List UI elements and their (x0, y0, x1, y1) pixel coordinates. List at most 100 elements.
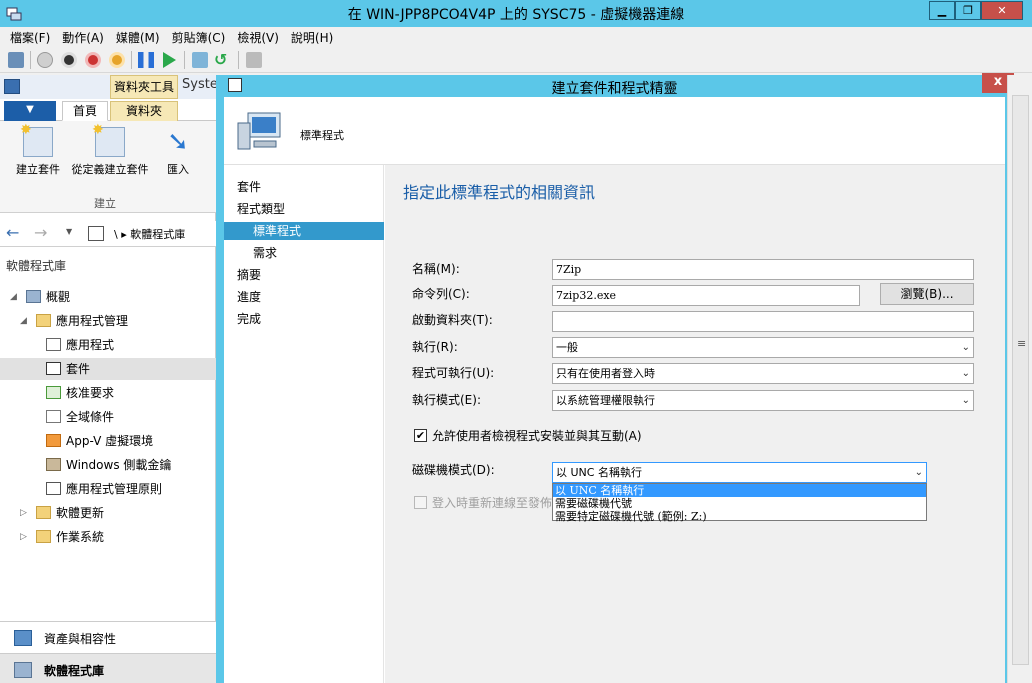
tree-label: Windows 側載金鑰 (66, 458, 172, 472)
import-button[interactable]: ➘ 匯入 (156, 127, 200, 177)
folder-tools-context-tab[interactable]: 資料夾工具 (110, 75, 178, 99)
vertical-scrollbar[interactable]: ≡ (1007, 75, 1032, 683)
drive-mode-dropdown-list: 以 UNC 名稱執行 需要磁碟機代號 需要特定磁碟機代號 (範例: Z:) (552, 483, 927, 523)
tree-label: 軟體更新 (56, 506, 105, 520)
create-from-definition-button[interactable]: ✸ 從定義建立套件 (66, 122, 154, 177)
drive-option-letter[interactable]: 需要磁碟機代號 (553, 497, 926, 510)
run-mode-select[interactable]: 以系統管理權限執行 ⌄ (552, 390, 974, 411)
run-mode-value: 以系統管理權限執行 (556, 394, 655, 407)
tree-item-app-management[interactable]: ◢ 應用程式管理 (0, 310, 216, 332)
menu-file[interactable]: 檔案(F) (4, 27, 56, 46)
folder-icon (36, 530, 51, 543)
allow-interact-checkbox[interactable]: ✔ (414, 429, 427, 442)
pause-icon[interactable] (138, 52, 154, 68)
forward-arrow-icon[interactable]: → (34, 223, 47, 242)
start-icon[interactable] (37, 52, 53, 68)
name-label: 名稱(M): (412, 262, 460, 276)
page-heading: 指定此標準程式的相關資訊 (403, 183, 596, 202)
tree-label: 應用程式管理 (56, 314, 129, 328)
step-program-type[interactable]: 程式類型 (237, 200, 285, 218)
create-package-button[interactable]: ✸ 建立套件 (10, 122, 66, 177)
tree-item-appv-environments[interactable]: App-V 虛擬環境 (0, 430, 216, 452)
drive-option-unc[interactable]: 以 UNC 名稱執行 (553, 484, 926, 497)
wizard-header: 標準程式 (224, 97, 1005, 165)
drive-option-specific-letter[interactable]: 需要特定磁碟機代號 (範例: Z:) (553, 510, 926, 523)
console-app-icon (4, 79, 20, 94)
tree-label: 核准要求 (66, 386, 115, 400)
collapse-arrow-icon[interactable]: ◢ (10, 286, 17, 308)
nav-software-library[interactable]: 軟體程式庫 (0, 653, 216, 683)
back-arrow-icon[interactable]: ← (6, 223, 19, 242)
step-requirements[interactable]: 需求 (253, 244, 277, 262)
tree-item-operating-systems[interactable]: ▷ 作業系統 (0, 526, 216, 548)
tree-item-applications[interactable]: 應用程式 (0, 334, 216, 356)
tree-label: 套件 (66, 362, 91, 376)
tab-home[interactable]: 首頁 (62, 101, 108, 121)
package-node-icon (46, 362, 61, 375)
tree-item-global-conditions[interactable]: 全域條件 (0, 406, 216, 428)
reconnect-label[interactable]: 登入時重新連線至發佈 (432, 494, 553, 511)
approval-icon (46, 386, 61, 399)
tab-folder[interactable]: 資料夾 (110, 101, 178, 121)
menu-action[interactable]: 動作(A) (56, 27, 110, 46)
revert-icon[interactable]: ↺ (214, 50, 227, 69)
command-line-input[interactable]: 7zip32.exe (552, 285, 860, 306)
start-folder-input[interactable] (552, 311, 974, 332)
chevron-down-icon: ⌄ (961, 395, 970, 406)
expand-arrow-icon[interactable]: ▷ (20, 502, 27, 524)
nav-label: 資產與相容性 (44, 632, 117, 646)
menu-view[interactable]: 檢視(V) (231, 27, 285, 46)
appv-icon (46, 434, 61, 447)
address-path[interactable]: \ ▸ 軟體程式庫 (114, 226, 214, 242)
step-completion[interactable]: 完成 (237, 310, 261, 328)
ctrl-alt-del-icon[interactable] (8, 52, 24, 68)
tree-item-software-updates[interactable]: ▷ 軟體更新 (0, 502, 216, 524)
name-input[interactable]: 7Zip (552, 259, 974, 280)
expand-arrow-icon[interactable]: ▷ (20, 526, 27, 548)
restore-button[interactable]: ❐ (955, 1, 981, 20)
vm-toolbar: ↺ (0, 47, 1032, 73)
browse-button[interactable]: 瀏覽(B)... (880, 283, 974, 305)
package-node-icon (88, 226, 104, 241)
resume-icon[interactable] (163, 52, 176, 68)
reconnect-checkbox[interactable] (414, 496, 427, 509)
library-title: 軟體程式庫 (6, 259, 67, 273)
tree-label: 全域條件 (66, 410, 115, 424)
program-can-run-select[interactable]: 只有在使用者登入時 ⌄ (552, 363, 974, 384)
menu-clipboard[interactable]: 剪貼簿(C) (166, 27, 232, 46)
file-menu-button[interactable]: ▼ (4, 101, 56, 121)
close-button[interactable]: ✕ (981, 1, 1023, 20)
menu-media[interactable]: 媒體(M) (110, 27, 166, 46)
tree-item-packages[interactable]: 套件 (0, 358, 216, 380)
history-dropdown-icon[interactable]: ▼ (66, 227, 72, 236)
drive-mode-select[interactable]: 以 UNC 名稱執行 ⌄ (552, 462, 927, 483)
checkmark-icon: ✔ (415, 429, 426, 442)
collapse-arrow-icon[interactable]: ◢ (20, 310, 27, 332)
tree-label: 應用程式管理原則 (66, 482, 163, 496)
folder-icon (36, 506, 51, 519)
step-standard-program[interactable]: 標準程式 (253, 222, 301, 240)
wizard-steps: 套件 程式類型 標準程式 需求 摘要 進度 完成 (224, 165, 384, 683)
checkpoint-icon[interactable] (192, 52, 208, 68)
save-state-icon[interactable] (109, 52, 125, 68)
step-progress[interactable]: 進度 (237, 288, 261, 306)
menu-help[interactable]: 說明(H) (285, 27, 339, 46)
enhanced-session-icon[interactable] (246, 52, 262, 68)
allow-interact-label[interactable]: 允許使用者檢視程式安裝並與其互動(A) (432, 427, 642, 444)
program-can-run-value: 只有在使用者登入時 (556, 367, 655, 380)
step-package[interactable]: 套件 (237, 178, 261, 196)
scrollbar-thumb[interactable] (1012, 95, 1029, 665)
nav-assets-compliance[interactable]: 資產與相容性 (0, 621, 216, 653)
turn-off-icon[interactable] (61, 52, 77, 68)
run-select[interactable]: 一般 ⌄ (552, 337, 974, 358)
tree-item-sideloading-keys[interactable]: Windows 側載金鑰 (0, 454, 216, 476)
tree-item-overview[interactable]: ◢ 概觀 (0, 286, 216, 308)
tree-item-app-policies[interactable]: 應用程式管理原則 (0, 478, 216, 500)
minimize-button[interactable]: ▁ (929, 1, 955, 20)
step-summary[interactable]: 摘要 (237, 266, 261, 284)
config-manager-console: 資料夾工具 Syste ▼ 首頁 資料夾 ✸ 建立套件 ✸ 從定義建立套件 ➘ … (0, 75, 218, 683)
shutdown-icon[interactable] (85, 52, 101, 68)
drive-mode-label: 磁碟機模式(D): (412, 463, 495, 477)
tree-item-approval-requests[interactable]: 核准要求 (0, 382, 216, 404)
address-bar: ← → ▼ \ ▸ 軟體程式庫 (0, 221, 216, 247)
